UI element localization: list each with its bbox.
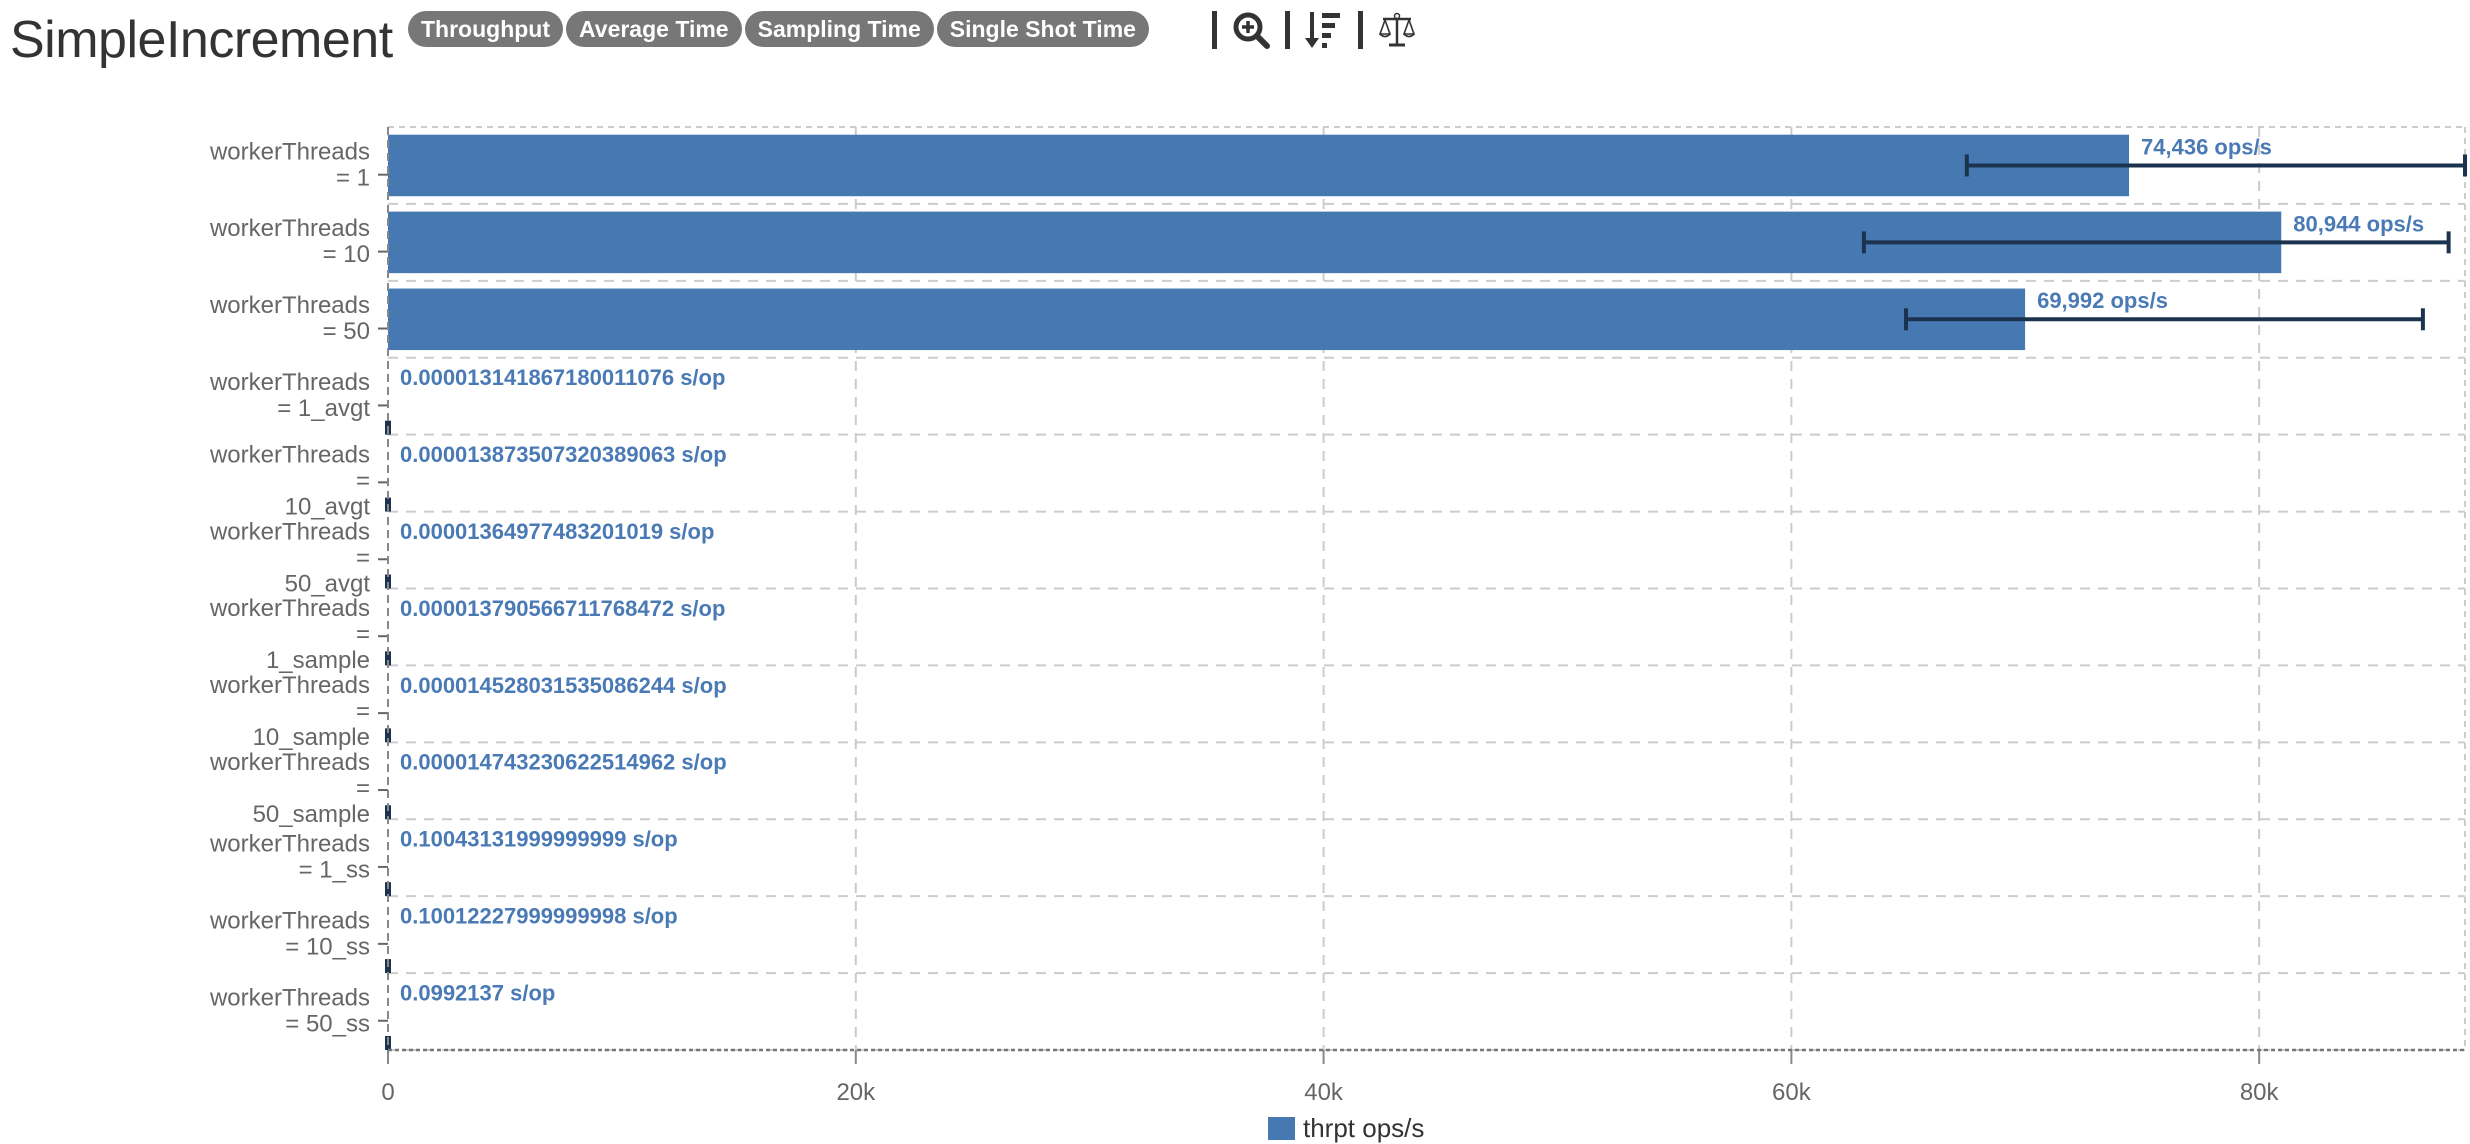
y-axis-label: = <box>356 698 370 725</box>
bar <box>388 134 2130 197</box>
y-axis-label: workerThreads <box>209 292 370 319</box>
legend-swatch <box>1268 1117 1295 1140</box>
y-axis-label: workerThreads <box>209 369 370 396</box>
data-label: 0.0992137 s/op <box>400 980 555 1005</box>
bar <box>388 288 2026 351</box>
data-label: 0.00001364977483201019 s/op <box>400 519 714 544</box>
legend-label: thrpt ops/s <box>1303 1113 1425 1143</box>
x-tick-label: 80k <box>2240 1079 2280 1100</box>
y-axis-label: workerThreads <box>209 215 370 242</box>
y-axis-label: = <box>356 467 370 494</box>
x-tick-label: 60k <box>1772 1079 1812 1100</box>
y-axis-label: workerThreads <box>209 138 370 165</box>
benchmark-bar-chart: 74,436 ops/s 80,944 ops/s 69,992 ops/s 0.00… <box>209 126 2467 1100</box>
data-label: 0.000014743230622514962 s/op <box>400 750 727 775</box>
y-axis-label: 50_sample <box>253 801 370 828</box>
y-axis-label: 10_avgt <box>285 493 371 520</box>
y-axis-label: = 50 <box>323 318 370 345</box>
y-axis-label: workerThreads <box>209 907 370 934</box>
y-axis-label: workerThreads <box>209 831 370 858</box>
data-label: 69,992 ops/s <box>2037 288 2168 313</box>
y-axis-label: = 10 <box>323 241 370 268</box>
y-axis-label: = <box>356 621 370 648</box>
y-axis-label: 10_sample <box>253 724 370 751</box>
y-axis-label: 50_avgt <box>285 570 371 597</box>
y-axis-label: workerThreads <box>209 672 370 699</box>
y-axis-label: = 50_ss <box>285 1010 370 1037</box>
x-tick-label: 20k <box>836 1079 876 1100</box>
y-axis-label: = 1_ss <box>299 857 370 884</box>
y-axis-label: workerThreads <box>209 749 370 776</box>
y-axis-labels: workerThreads= 1workerThreads= 10workerT… <box>209 138 388 1037</box>
data-label: 74,436 ops/s <box>2141 134 2272 159</box>
y-axis-label: = 1_avgt <box>277 395 370 422</box>
y-axis-label: workerThreads <box>209 984 370 1011</box>
legend[interactable]: thrpt ops/s <box>1268 1113 1424 1144</box>
y-axis-label: workerThreads <box>209 441 370 468</box>
y-axis-label: = <box>356 544 370 571</box>
y-axis-label: workerThreads <box>209 518 370 545</box>
y-axis-label: = 1 <box>336 164 370 191</box>
data-label: 0.10012227999999998 s/op <box>400 904 678 929</box>
y-axis-label: 1_sample <box>266 647 370 674</box>
data-label: 0.000013873507320389063 s/op <box>400 442 727 467</box>
data-label: 0.000013141867180011076 s/op <box>400 365 725 390</box>
y-axis-label: workerThreads <box>209 595 370 622</box>
data-label: 0.10043131999999999 s/op <box>400 827 678 852</box>
y-axis-label: = <box>356 775 370 802</box>
data-label: 0.000014528031535086244 s/op <box>400 673 727 698</box>
x-tick-label: 0 <box>381 1079 394 1100</box>
y-axis-label: = 10_ss <box>285 933 370 960</box>
data-label: 80,944 ops/s <box>2293 211 2424 236</box>
x-tick-label: 40k <box>1304 1079 1344 1100</box>
data-label: 0.000013790566711768472 s/op <box>400 596 725 621</box>
